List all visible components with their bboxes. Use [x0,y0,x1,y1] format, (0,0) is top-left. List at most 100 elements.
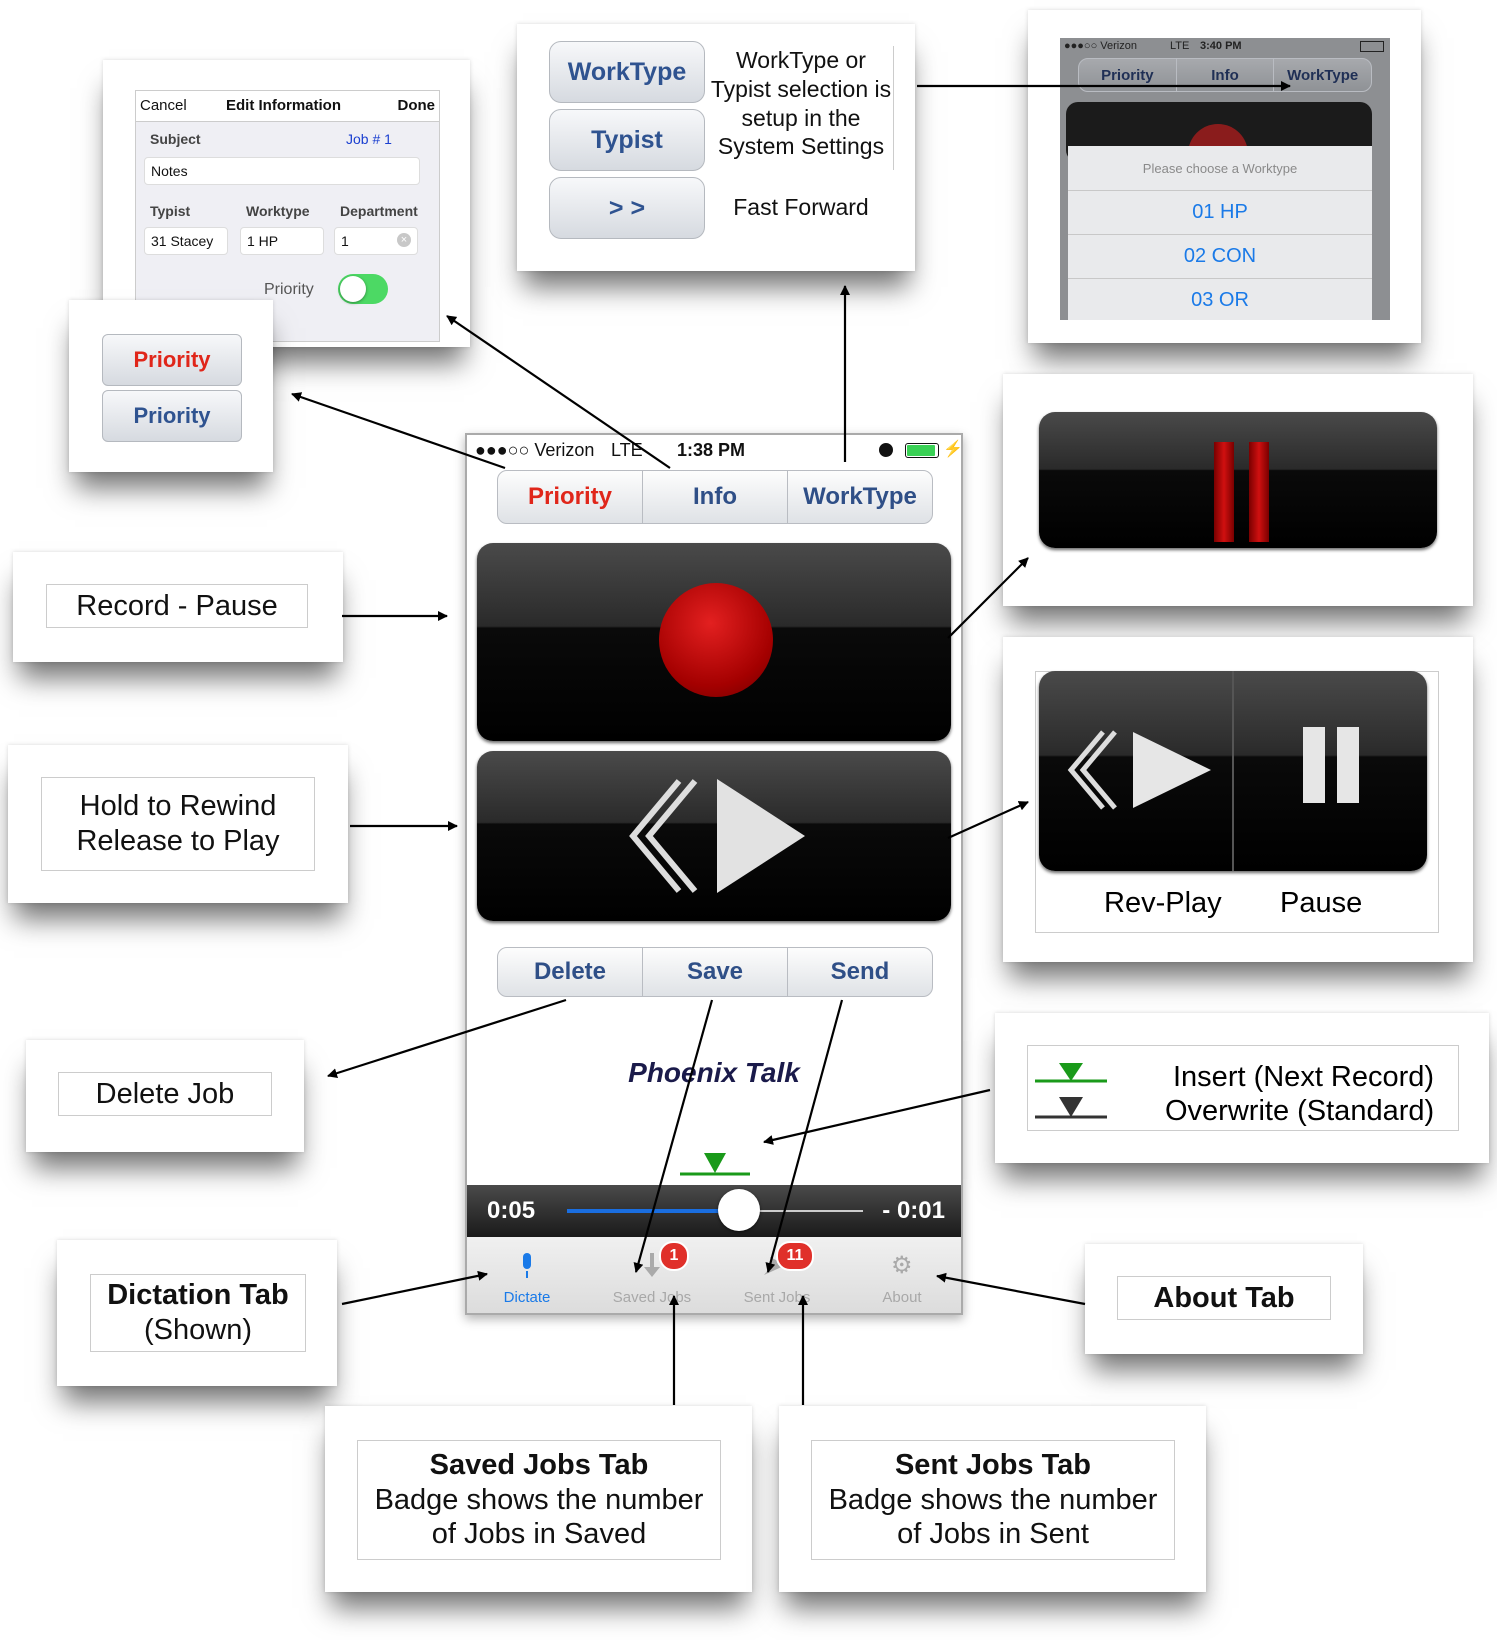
record-pause-card: Record - Pause [13,552,343,662]
priority-toggle-label: Priority [264,281,314,298]
priority-tab[interactable]: Priority [498,471,643,523]
worktype-option-01[interactable]: 01 HP [1068,191,1372,235]
department-field[interactable]: 1 × [334,227,418,255]
battery-icon [905,443,939,458]
sent-jobs-tab-label: Sent Jobs [743,1289,811,1306]
overwrite-mode-icon [1059,1097,1083,1117]
picker-carrier: ●●●○○ Verizon [1064,40,1137,52]
picker-network: LTE [1170,40,1190,52]
record-icon [659,583,773,697]
worktype-picker-card: ●●●○○ Verizon LTE 3:40 PM Priority Info … [1028,10,1421,343]
status-bar: ●●●○○ Verizon LTE 1:38 PM ⚡ [467,435,961,465]
revplay-detail-card: Rev-Play Pause [1003,637,1473,962]
toggle-knob [340,276,366,302]
insert-mode-indicator-icon[interactable] [680,1149,750,1179]
carrier-label: ●●●○○ Verizon [475,440,595,460]
rewind-card: Hold to Rewind Release to Play [8,745,348,903]
rewind-play-icon [629,779,805,893]
priority-button-blue: Priority [102,390,242,442]
save-button[interactable]: Save [643,948,788,996]
delete-job-card: Delete Job [26,1040,304,1152]
pause-label: Pause [1280,887,1363,919]
rewind-label-line1: Hold to Rewind [79,790,277,823]
about-tab[interactable]: ⚙ About [847,1237,957,1313]
fast-forward-button: > > [549,177,705,239]
saved-jobs-desc-1: Badge shows the number [374,1483,704,1516]
revplay-divider [1232,671,1234,871]
pause-button-detail [1039,412,1437,548]
alarm-icon [879,443,893,457]
clear-icon[interactable]: × [397,233,411,247]
sent-jobs-title: Sent Jobs Tab [894,1448,1092,1481]
priority-toggle[interactable] [338,274,388,304]
sent-jobs-badge: 11 [776,1241,814,1271]
delete-button[interactable]: Delete [498,948,643,996]
sent-jobs-label: Sent Jobs Tab Badge shows the number of … [811,1440,1175,1560]
progress-knob[interactable] [717,1189,760,1231]
brand-title: Phoenix Talk [628,1057,800,1088]
saved-jobs-card: Saved Jobs Tab Badge shows the number of… [325,1406,752,1592]
dictation-tab-title: Dictation Tab [107,1279,289,1312]
notes-field[interactable]: Notes [144,157,420,185]
dictate-tab[interactable]: Dictate [472,1237,582,1313]
job-actions-control: Delete Save Send [497,947,933,997]
typist-button: Typist [549,109,705,171]
send-button[interactable]: Send [788,948,932,996]
about-tab-card: About Tab [1085,1244,1363,1354]
typist-field[interactable]: 31 Stacey [144,227,228,255]
saved-jobs-tab-label: Saved Jobs [612,1289,692,1306]
picker-status-bar: ●●●○○ Verizon LTE 3:40 PM [1060,38,1390,54]
record-pause-label: Record - Pause [46,584,308,628]
saved-jobs-label: Saved Jobs Tab Badge shows the number of… [357,1440,721,1560]
edit-info-navbar: Cancel Edit Information Done [136,91,439,122]
rev-play-icon [1067,730,1211,810]
insert-label: Insert (Next Record) [1173,1061,1435,1093]
picker-tab-priority: Priority [1079,59,1177,91]
fast-forward-description: Fast Forward [733,194,869,220]
about-tab-label: About Tab [1117,1276,1331,1320]
action-sheet-prompt: Please choose a Worktype [1068,146,1372,191]
dictation-tab-sub: (Shown) [144,1314,252,1346]
cancel-button[interactable]: Cancel [140,97,187,114]
saved-jobs-title: Saved Jobs Tab [429,1448,649,1481]
tab-bar: Dictate 1 Saved Jobs 11 Sent Jobs ⚙ Abou… [467,1237,961,1313]
gear-icon: ⚙ [891,1252,913,1279]
microphone-icon [523,1253,531,1278]
worktype-option-03[interactable]: 03 OR [1068,279,1372,320]
rev-play-label: Rev-Play [1104,887,1222,919]
picker-segmented-control: Priority Info WorkType [1078,58,1372,92]
done-button[interactable]: Done [398,97,436,114]
insert-overwrite-card: Insert (Next Record) Overwrite (Standard… [995,1013,1489,1163]
rewind-play-button[interactable] [477,751,951,921]
worktype-option-02[interactable]: 02 CON [1068,235,1372,279]
worktype-tab[interactable]: WorkType [788,471,932,523]
clock-label: 1:38 PM [677,440,746,460]
overwrite-label: Overwrite (Standard) [1165,1095,1435,1127]
picker-time: 3:40 PM [1200,40,1242,52]
rewind-label-line2: Release to Play [76,825,280,857]
sent-jobs-tab[interactable]: 11 Sent Jobs [722,1237,832,1313]
typist-label: Typist [150,203,191,219]
sent-jobs-card: Sent Jobs Tab Badge shows the number of … [779,1406,1206,1592]
saved-jobs-desc-2: of Jobs in Saved [431,1518,647,1551]
elapsed-time: 0:05 [487,1197,536,1224]
record-pause-button[interactable] [477,543,951,741]
picker-screen: ●●●○○ Verizon LTE 3:40 PM Priority Info … [1060,38,1390,320]
network-label: LTE [611,440,643,460]
picker-tab-worktype: WorkType [1287,66,1359,84]
priority-button-red: Priority [102,334,242,386]
insert-mode-icon [1059,1063,1083,1081]
sent-jobs-desc-2: of Jobs in Sent [897,1518,1089,1551]
department-value: 1 [341,233,349,249]
delete-job-label: Delete Job [58,1072,272,1116]
info-tab[interactable]: Info [643,471,788,523]
worktype-field[interactable]: 1 HP [240,227,324,255]
progress-track[interactable] [567,1189,863,1231]
rewind-label: Hold to Rewind Release to Play [41,777,315,871]
progress-fill [567,1209,739,1213]
worktype-button: WorkType [549,41,705,103]
worktype-typist-card: WorkType Typist > > WorkType or Typist s… [517,24,915,271]
insert-mode-icons [1035,1063,1107,1119]
saved-jobs-tab[interactable]: 1 Saved Jobs [597,1237,707,1313]
pause-bar-left-white-icon [1303,727,1325,803]
